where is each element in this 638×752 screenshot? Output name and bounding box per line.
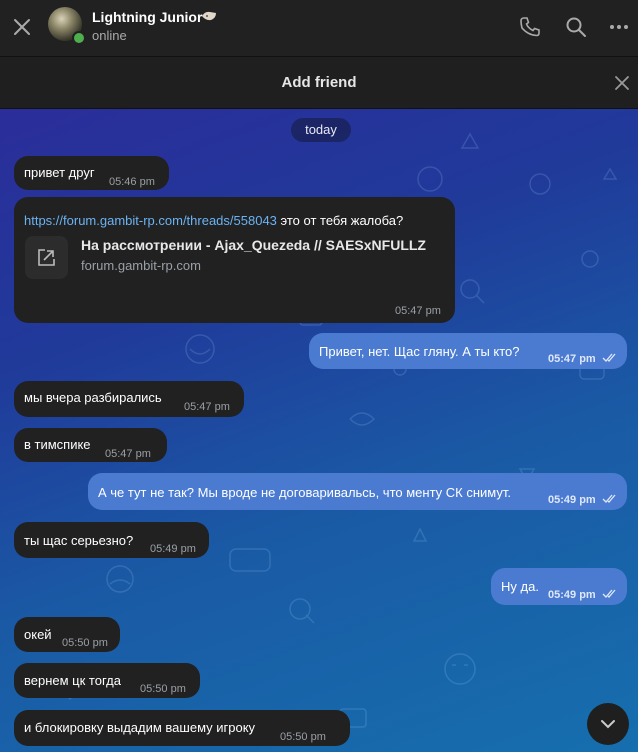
double-check-icon	[602, 494, 616, 503]
contact-status: online	[92, 28, 127, 43]
search-icon[interactable]	[564, 15, 588, 39]
message-outgoing[interactable]: Привет, нет. Щас гляну. А ты кто? 05:47 …	[309, 333, 627, 369]
message-text: и блокировку выдадим вашему игроку	[24, 720, 256, 735]
message-incoming[interactable]: в тимспике 05:47 pm	[14, 428, 167, 462]
link-preview-site: forum.gambit-rp.com	[81, 258, 201, 273]
contact-name[interactable]: Lightning Junior	[92, 9, 202, 25]
external-link-icon	[38, 249, 55, 266]
message-incoming[interactable]: ты щас серьезно? 05:49 pm	[14, 522, 209, 558]
message-time: 05:47 pm	[395, 305, 441, 317]
chat-header: Lightning Junior online	[0, 0, 638, 57]
message-incoming[interactable]: привет друг 05:46 pm	[14, 156, 169, 190]
message-time: 05:49 pm	[548, 494, 596, 506]
message-incoming[interactable]: окей 05:50 pm	[14, 617, 120, 652]
message-text: Ну да.	[501, 579, 539, 594]
chevron-down-icon	[601, 720, 615, 729]
message-incoming[interactable]: и блокировку выдадим вашему игроку 05:50…	[14, 710, 350, 746]
message-text: в тимспике	[24, 437, 91, 452]
phone-icon[interactable]	[518, 15, 542, 39]
message-text: ты щас серьезно?	[24, 533, 134, 548]
online-indicator	[72, 31, 86, 45]
message-time: 05:49 pm	[548, 589, 596, 601]
date-divider: today	[291, 118, 351, 142]
message-text: это от тебя жалоба?	[280, 213, 404, 228]
message-time: 05:47 pm	[105, 448, 151, 460]
message-time: 05:50 pm	[62, 637, 108, 649]
message-incoming-link[interactable]: https://forum.gambit-rp.com/threads/5580…	[14, 197, 455, 323]
message-time: 05:47 pm	[184, 401, 230, 413]
message-time: 05:50 pm	[140, 683, 186, 695]
close-icon[interactable]	[10, 15, 34, 39]
message-text: вернем цк тогда	[24, 673, 121, 688]
message-incoming[interactable]: мы вчера разбирались 05:47 pm	[14, 381, 244, 417]
add-friend-button[interactable]: Add friend	[0, 74, 638, 91]
message-text: А че тут не так? Мы вроде не договаривал…	[98, 485, 511, 500]
scroll-to-bottom-button[interactable]	[587, 703, 629, 745]
message-text: привет друг	[24, 165, 95, 180]
add-friend-bar[interactable]: Add friend	[0, 57, 638, 109]
double-check-icon	[602, 589, 616, 598]
message-time: 05:47 pm	[548, 353, 596, 365]
message-time: 05:50 pm	[280, 731, 326, 743]
message-text: окей	[24, 627, 52, 642]
message-time: 05:49 pm	[150, 543, 196, 555]
message-outgoing[interactable]: А че тут не так? Мы вроде не договаривал…	[88, 473, 627, 510]
more-icon[interactable]	[607, 15, 631, 39]
link-preview-title[interactable]: На рассмотрении - Ajax_Quezeda // SAESxN…	[81, 237, 426, 254]
message-link[interactable]: https://forum.gambit-rp.com/threads/5580…	[24, 213, 277, 228]
close-icon[interactable]	[613, 74, 631, 92]
emoji-badge-icon	[202, 11, 216, 21]
message-outgoing[interactable]: Ну да. 05:49 pm	[491, 568, 627, 605]
message-text: мы вчера разбирались	[24, 390, 162, 405]
link-preview-icon-box[interactable]	[25, 236, 68, 279]
message-time: 05:46 pm	[109, 176, 155, 188]
message-text: Привет, нет. Щас гляну. А ты кто?	[319, 344, 520, 359]
double-check-icon	[602, 353, 616, 362]
message-incoming[interactable]: вернем цк тогда 05:50 pm	[14, 663, 200, 698]
chat-area[interactable]: today привет друг 05:46 pm https://forum…	[0, 109, 638, 752]
